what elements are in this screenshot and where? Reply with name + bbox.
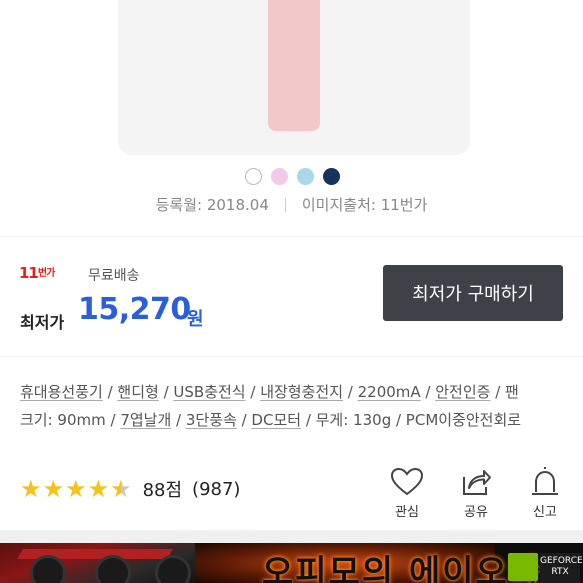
share-button[interactable]: 공유: [450, 467, 502, 520]
rating-score[interactable]: 88점: [143, 476, 182, 502]
heart-icon: [390, 467, 424, 496]
siren-icon: [532, 467, 558, 495]
spec-tag-link[interactable]: 휴대용선풍기: [20, 383, 103, 401]
spec-text: /: [171, 411, 186, 429]
logo-suffix: 번가: [37, 268, 55, 279]
swatch-white[interactable]: [245, 168, 262, 185]
like-label: 관심: [395, 505, 419, 520]
graphics-card-image: [0, 543, 195, 583]
product-meta: 등록월: 2018.04 이미지출처: 11번가: [0, 194, 583, 215]
price-currency: 원: [187, 309, 204, 330]
star-half-icon: ★: [110, 475, 132, 503]
buy-lowest-price-button[interactable]: 최저가 구매하기: [383, 265, 563, 321]
ad-banner[interactable]: 오피모의 에이오다 GEFORCE RTX: [0, 543, 583, 583]
spec-text: / 팬: [490, 383, 519, 401]
spec-text: /: [420, 383, 436, 401]
spec-line-2: 크기: 90mm / 7엽날개 / 3단풍속 / DC모터 / 무게: 130g…: [20, 406, 580, 434]
product-fan-handle: [268, 0, 320, 131]
price-value: 15,270: [78, 292, 191, 327]
review-count[interactable]: (987): [192, 479, 240, 500]
swatch-pink[interactable]: [271, 168, 288, 185]
spec-line-1: 휴대용선풍기 / 핸디형 / USB충전식 / 내장형충전지 / 2200mA …: [20, 378, 580, 406]
section-separator: [0, 530, 583, 543]
swatch-navy[interactable]: [323, 168, 340, 185]
registered-date: 등록월: 2018.04: [155, 196, 269, 214]
spec-tag-link[interactable]: USB충전식: [173, 383, 245, 401]
spec-tag-link[interactable]: 2200mA: [358, 383, 421, 401]
gpu-fan: [30, 555, 66, 583]
nvidia-logo: [508, 553, 538, 581]
spec-tag-link[interactable]: 내장형충전지: [260, 383, 343, 401]
seller-logo: 11번가: [19, 264, 55, 282]
price-label: 최저가: [20, 313, 65, 332]
star-icon: ★: [87, 475, 110, 503]
spec-text: /: [236, 411, 252, 429]
spec-text: /: [102, 383, 118, 401]
gpu-fan: [95, 555, 131, 583]
logo-number: 11: [19, 264, 39, 282]
spec-tag-link[interactable]: 안전인증: [435, 383, 490, 401]
report-label: 신고: [533, 505, 557, 520]
share-label: 공유: [464, 505, 488, 520]
star-icon: ★: [65, 475, 87, 503]
rtx-badge: GEFORCE RTX: [540, 553, 583, 583]
spec-text: /: [343, 383, 358, 401]
banner-headline: 오피모의 에이오다: [262, 553, 543, 583]
star-icon: ★: [42, 475, 65, 503]
spec-text: /: [245, 383, 261, 401]
spec-list: 휴대용선풍기 / 핸디형 / USB충전식 / 내장형충전지 / 2200mA …: [20, 378, 580, 434]
divider: [0, 356, 583, 357]
image-source: 이미지출처: 11번가: [301, 196, 428, 214]
gpu-fan: [155, 555, 191, 583]
swatch-sky-blue[interactable]: [297, 168, 314, 185]
color-swatches: [245, 168, 340, 185]
spec-tag-link[interactable]: 3단풍속: [186, 411, 237, 429]
like-button[interactable]: 관심: [381, 467, 433, 520]
share-icon: [463, 470, 491, 495]
shipping-info: 무료배송: [88, 268, 140, 284]
spec-tag-link[interactable]: 핸디형: [117, 383, 158, 401]
spec-text: /: [158, 383, 174, 401]
divider: [0, 236, 583, 237]
spec-tag-link[interactable]: 7엽날개: [120, 411, 171, 429]
meta-divider: [284, 198, 286, 212]
report-button[interactable]: 신고: [519, 467, 571, 520]
spec-tag-link[interactable]: DC모터: [251, 411, 301, 429]
spec-text: 크기: 90mm /: [20, 411, 121, 429]
spec-text: / 무게: 130g / PCM이중안전회로: [301, 411, 522, 429]
star-icon: ★: [20, 475, 42, 503]
rating: ★ ★ ★ ★ ★ 88점 (987): [20, 476, 240, 502]
